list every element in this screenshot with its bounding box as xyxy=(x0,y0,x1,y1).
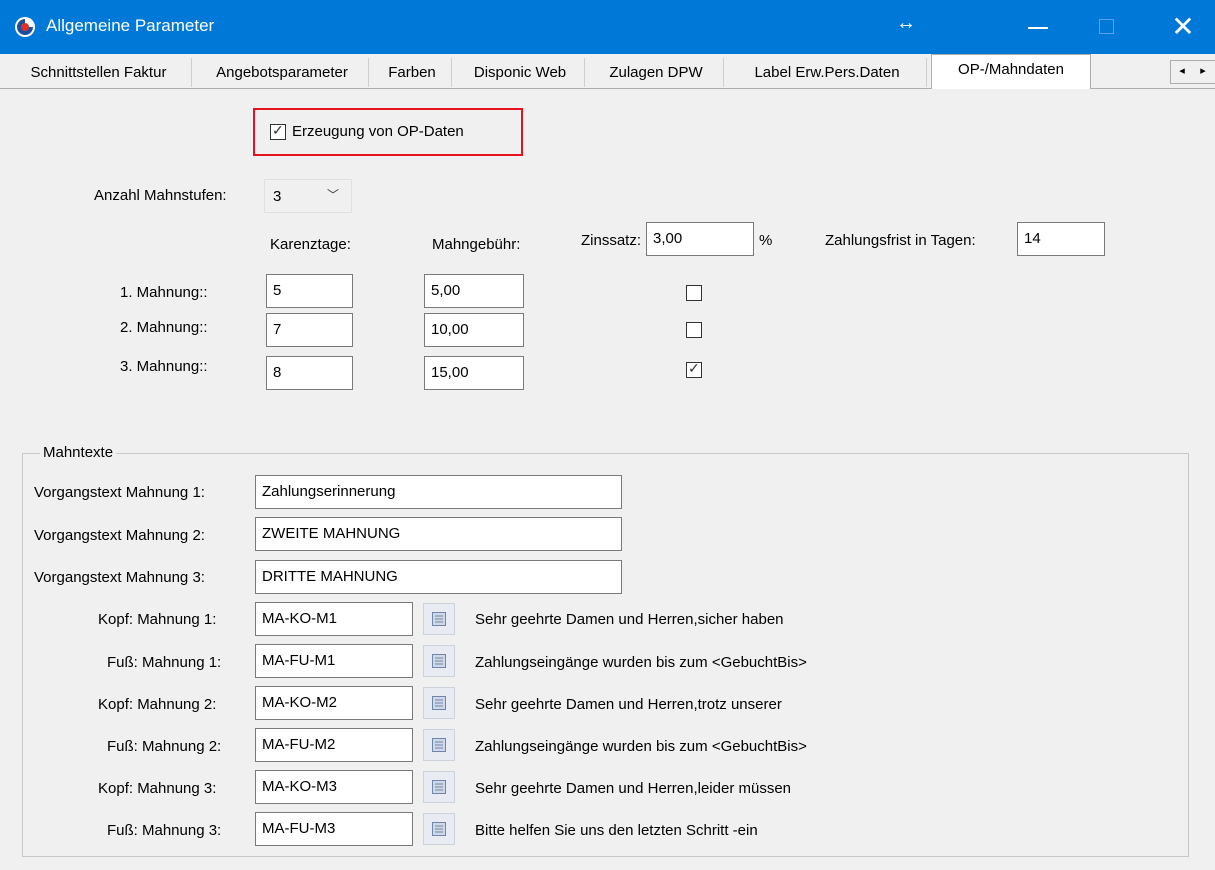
mahnstufen-select[interactable]: 3 ﹀ xyxy=(264,179,352,213)
tab-schnittstellen-faktur[interactable]: Schnittstellen Faktur xyxy=(6,58,192,87)
zinssatz-label: Zinssatz: xyxy=(581,232,642,249)
mahngebuehr-header: Mahngebühr: xyxy=(432,236,521,253)
vorgangstext-2-label: Vorgangstext Mahnung 2: xyxy=(34,527,205,544)
mahnung-3-gebuehr-input[interactable]: 15,00 xyxy=(424,356,524,390)
kopf-mahnung-2-input[interactable]: MA-KO-M2 xyxy=(255,686,413,720)
fuss-mahnung-1-lookup-button[interactable] xyxy=(423,645,455,677)
mahnung-2-gebuehr-input[interactable]: 10,00 xyxy=(424,313,524,347)
mahnung-2-karenztage-input[interactable]: 7 xyxy=(266,313,353,347)
vorgangstext-1-input[interactable]: Zahlungserinnerung xyxy=(255,475,622,509)
mahnung-2-label: 2. Mahnung:: xyxy=(120,319,208,336)
fuss-mahnung-1-preview: Zahlungseingänge wurden bis zum <Gebucht… xyxy=(475,654,807,671)
mahntexte-title: Mahntexte xyxy=(40,444,117,461)
list-icon xyxy=(432,612,446,626)
kopf-mahnung-3-label: Kopf: Mahnung 3: xyxy=(98,780,217,797)
kopf-mahnung-1-preview: Sehr geehrte Damen und Herren,sicher hab… xyxy=(475,611,784,628)
mahnstufen-value: 3 xyxy=(273,188,282,205)
tab-scroll-right-icon[interactable]: ▸ xyxy=(1193,64,1213,77)
fuss-mahnung-3-input[interactable]: MA-FU-M3 xyxy=(255,812,413,846)
fuss-mahnung-2-preview: Zahlungseingänge wurden bis zum <Gebucht… xyxy=(475,738,807,755)
resize-icon[interactable]: ↔ xyxy=(896,12,916,35)
tab-scroll-left-icon[interactable]: ◂ xyxy=(1172,64,1192,77)
fuss-mahnung-1-label: Fuß: Mahnung 1: xyxy=(107,654,222,671)
list-icon xyxy=(432,696,446,710)
vorgangstext-2-input[interactable]: ZWEITE MAHNUNG xyxy=(255,517,622,551)
zinssatz-input[interactable]: 3,00 xyxy=(646,222,754,256)
zahlungsfrist-input[interactable]: 14 xyxy=(1017,222,1105,256)
window-title: Allgemeine Parameter xyxy=(46,16,215,35)
tab-op-mahndaten[interactable]: OP-/Mahndaten xyxy=(931,54,1091,89)
fuss-mahnung-1-input[interactable]: MA-FU-M1 xyxy=(255,644,413,678)
list-icon xyxy=(432,822,446,836)
karenztage-header: Karenztage: xyxy=(270,236,351,253)
kopf-mahnung-2-preview: Sehr geehrte Damen und Herren,trotz unse… xyxy=(475,696,782,713)
kopf-mahnung-2-label: Kopf: Mahnung 2: xyxy=(98,696,217,713)
kopf-mahnung-3-preview: Sehr geehrte Damen und Herren,leider müs… xyxy=(475,780,792,797)
kopf-mahnung-1-lookup-button[interactable] xyxy=(423,603,455,635)
fuss-mahnung-3-lookup-button[interactable] xyxy=(423,813,455,845)
vorgangstext-3-label: Vorgangstext Mahnung 3: xyxy=(34,569,205,586)
mahnung-3-label: 3. Mahnung:: xyxy=(120,358,208,375)
mahnstufen-label: Anzahl Mahnstufen: xyxy=(94,187,227,204)
mahnung-2-checkbox[interactable] xyxy=(686,322,702,338)
tab-scroll-control[interactable]: ◂ ▸ xyxy=(1170,60,1215,84)
tab-strip: Schnittstellen Faktur Angebotsparameter … xyxy=(0,54,1215,89)
kopf-mahnung-3-lookup-button[interactable] xyxy=(423,771,455,803)
kopf-mahnung-3-input[interactable]: MA-KO-M3 xyxy=(255,770,413,804)
mahnung-1-label: 1. Mahnung:: xyxy=(120,284,208,301)
app-logo-icon xyxy=(15,17,35,37)
tab-label-erw-pers-daten[interactable]: Label Erw.Pers.Daten xyxy=(728,58,927,87)
op-daten-label: Erzeugung von OP-Daten xyxy=(292,123,464,140)
vorgangstext-1-label: Vorgangstext Mahnung 1: xyxy=(34,484,205,501)
fuss-mahnung-2-label: Fuß: Mahnung 2: xyxy=(107,738,222,755)
title-bar: Allgemeine Parameter ↔ ✕ xyxy=(0,0,1215,54)
kopf-mahnung-2-lookup-button[interactable] xyxy=(423,687,455,719)
list-icon xyxy=(432,654,446,668)
close-button[interactable]: ✕ xyxy=(1163,8,1203,46)
mahnung-1-checkbox[interactable] xyxy=(686,285,702,301)
zahlungsfrist-label: Zahlungsfrist in Tagen: xyxy=(825,232,976,249)
mahnung-1-gebuehr-input[interactable]: 5,00 xyxy=(424,274,524,308)
minimize-button[interactable] xyxy=(1020,12,1060,42)
fuss-mahnung-2-lookup-button[interactable] xyxy=(423,729,455,761)
list-icon xyxy=(432,780,446,794)
mahnung-3-checkbox[interactable]: ✓ xyxy=(686,360,702,378)
list-icon xyxy=(432,738,446,752)
chevron-down-icon: ﹀ xyxy=(327,188,340,202)
tab-angebotsparameter[interactable]: Angebotsparameter xyxy=(196,58,369,87)
vorgangstext-3-input[interactable]: DRITTE MAHNUNG xyxy=(255,560,622,594)
maximize-button xyxy=(1090,12,1130,42)
fuss-mahnung-3-label: Fuß: Mahnung 3: xyxy=(107,822,222,839)
percent-label: % xyxy=(759,232,773,249)
op-daten-checkbox[interactable]: ✓ xyxy=(270,122,286,140)
mahnung-3-karenztage-input[interactable]: 8 xyxy=(266,356,353,390)
tab-zulagen-dpw[interactable]: Zulagen DPW xyxy=(589,58,724,87)
fuss-mahnung-3-preview: Bitte helfen Sie uns den letzten Schritt… xyxy=(475,822,758,839)
checkmark-icon: ✓ xyxy=(272,122,284,138)
tab-disponic-web[interactable]: Disponic Web xyxy=(456,58,585,87)
checkmark-icon: ✓ xyxy=(688,360,700,376)
kopf-mahnung-1-input[interactable]: MA-KO-M1 xyxy=(255,602,413,636)
tab-farben[interactable]: Farben xyxy=(373,58,452,87)
mahnung-1-karenztage-input[interactable]: 5 xyxy=(266,274,353,308)
kopf-mahnung-1-label: Kopf: Mahnung 1: xyxy=(98,611,217,628)
fuss-mahnung-2-input[interactable]: MA-FU-M2 xyxy=(255,728,413,762)
